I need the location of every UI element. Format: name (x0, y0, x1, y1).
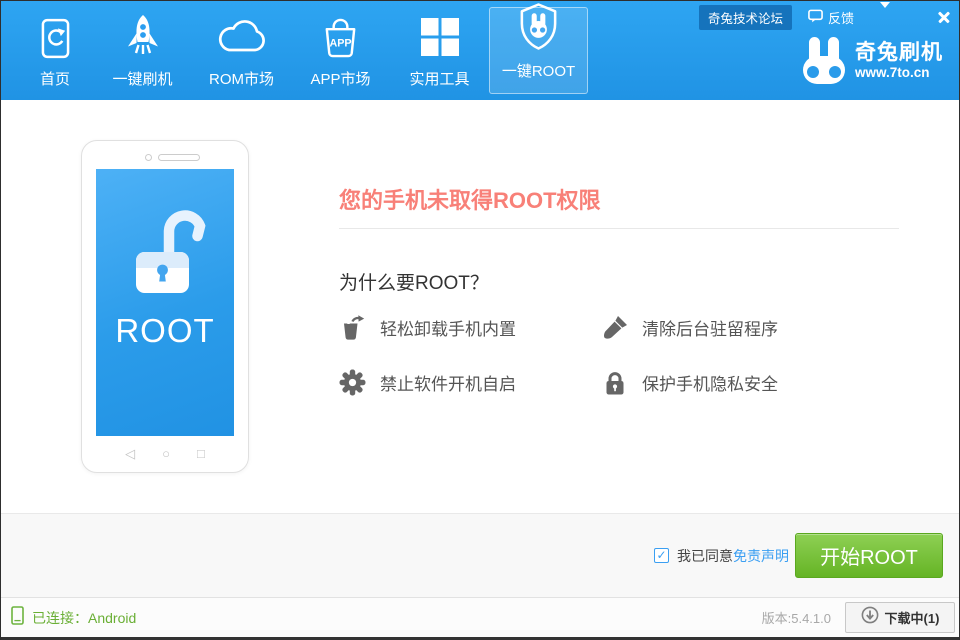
grid-icon (420, 11, 460, 59)
android-recent-icon: □ (197, 447, 205, 460)
agree-checkbox[interactable]: ✓ (654, 548, 669, 563)
rocket-icon (122, 11, 164, 59)
nav-label: APP市场 (310, 68, 370, 89)
phone-screen-label: ROOT (96, 312, 234, 350)
status-bar: 已连接：Android 版本:5.4.1.0 下载中(1) (1, 597, 959, 637)
android-home-icon: ○ (162, 447, 170, 460)
app-bag-icon: APP (318, 11, 363, 59)
phone-screen: ROOT (96, 169, 234, 436)
nav-label: ROM市场 (209, 68, 274, 89)
brand-logo: 奇兔刷机 www.7to.cn (803, 37, 943, 84)
brand-name: 奇兔刷机 (855, 41, 943, 64)
feature-label: 禁止软件开机自启 (380, 370, 516, 395)
cloud-icon (216, 11, 268, 59)
version-label: 版本:5.4.1.0 (762, 608, 831, 627)
start-root-button[interactable]: 开始ROOT (795, 533, 943, 578)
header: 首页 一键刷机 ROM市场 APP APP市场 (1, 1, 959, 100)
feature-privacy: 保护手机隐私安全 (601, 369, 778, 396)
brush-icon (601, 314, 628, 341)
window-controls: 奇兔技术论坛 反馈 (699, 4, 952, 30)
feature-label: 清除后台驻留程序 (642, 315, 778, 340)
connected-phone-icon (11, 606, 24, 630)
menu-caret-button[interactable] (874, 4, 896, 30)
brand-url: www.7to.cn (855, 65, 943, 80)
nav-label: 实用工具 (409, 68, 469, 89)
unlock-icon (123, 205, 215, 297)
android-nav-bar: ◁ ○ □ (82, 447, 248, 460)
agree-label: 我已同意 (677, 546, 733, 566)
feature-uninstall: 轻松卸载手机内置 (339, 314, 601, 341)
action-bar: ✓ 我已同意 免责声明 开始ROOT (1, 513, 959, 597)
feature-autostart: 禁止软件开机自启 (339, 369, 601, 396)
speech-bubble-icon (808, 9, 823, 26)
app-bag-text: APP (329, 37, 351, 49)
feature-label: 轻松卸载手机内置 (380, 315, 516, 340)
app-window: 首页 一键刷机 ROM市场 APP APP市场 (0, 0, 960, 640)
close-button[interactable] (936, 9, 952, 25)
download-label: 下载中(1) (885, 608, 940, 627)
page-title: 您的手机未取得ROOT权限 (339, 183, 601, 215)
nav-label: 首页 (40, 68, 70, 89)
shield-rabbit-icon (516, 3, 561, 51)
nav-label: 一键刷机 (112, 68, 172, 89)
feedback-button[interactable]: 反馈 (808, 8, 854, 27)
divider (339, 228, 899, 229)
home-refresh-icon (41, 11, 70, 59)
feedback-label: 反馈 (828, 8, 854, 27)
rabbit-logo-icon (803, 37, 845, 84)
feature-clean: 清除后台驻留程序 (601, 314, 778, 341)
nav-flash[interactable]: 一键刷机 (93, 1, 192, 100)
chevron-down-icon (880, 2, 890, 25)
main-nav: 首页 一键刷机 ROM市场 APP APP市场 (17, 1, 588, 100)
nav-home[interactable]: 首页 (17, 1, 93, 100)
lock-icon (601, 369, 628, 396)
forum-button[interactable]: 奇兔技术论坛 (699, 5, 792, 30)
gear-icon (339, 369, 366, 396)
uninstall-icon (339, 314, 366, 341)
feature-label: 保护手机隐私安全 (642, 370, 778, 395)
nav-tools[interactable]: 实用工具 (390, 1, 489, 100)
nav-rom-market[interactable]: ROM市场 (192, 1, 291, 100)
nav-root[interactable]: 一键ROOT (489, 7, 588, 94)
phone-illustration: ROOT ◁ ○ □ (81, 140, 249, 473)
minimize-button[interactable] (912, 11, 922, 23)
disclaimer-link[interactable]: 免责声明 (733, 546, 789, 566)
download-button[interactable]: 下载中(1) (845, 602, 955, 633)
download-icon (861, 606, 879, 629)
connection-status: 已连接：Android (32, 608, 136, 628)
phone-speaker (158, 154, 200, 161)
nav-label: 一键ROOT (502, 60, 575, 81)
nav-app-market[interactable]: APP APP市场 (291, 1, 390, 100)
why-root-heading: 为什么要ROOT？ (339, 268, 489, 295)
phone-camera-dot (145, 154, 152, 161)
main-content: ROOT ◁ ○ □ 您的手机未取得ROOT权限 为什么要ROOT？ 轻松卸载手… (1, 100, 959, 513)
android-back-icon: ◁ (125, 447, 135, 460)
feature-list: 轻松卸载手机内置 清除后台驻留程序 禁止软件开机自启 保护手机隐私安全 (339, 314, 778, 396)
